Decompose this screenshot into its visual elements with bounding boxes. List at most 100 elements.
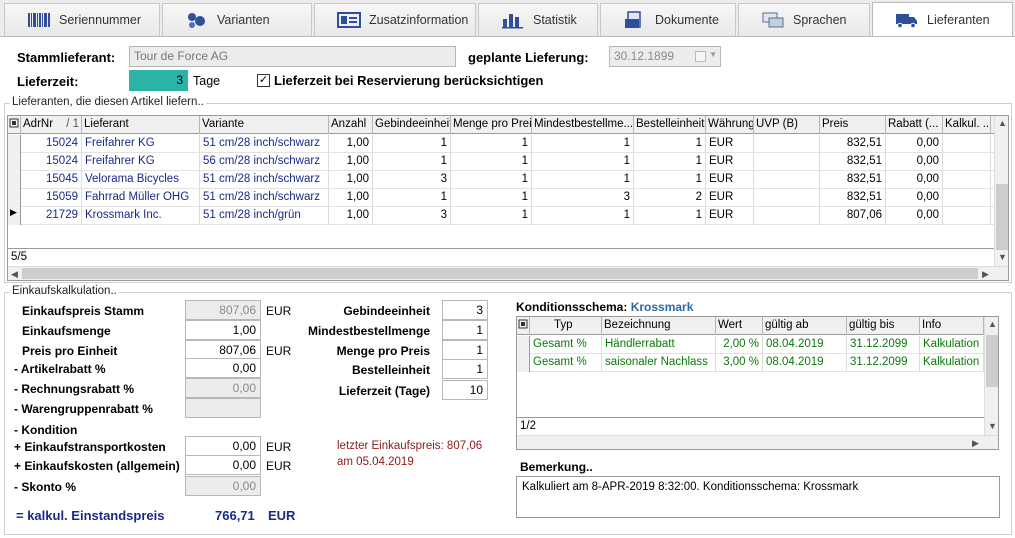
tab-dokumente[interactable]: Dokumente xyxy=(600,3,736,36)
tab-label: Dokumente xyxy=(655,13,719,27)
cell-wert: 2,00 % xyxy=(716,336,763,354)
col-anzahl[interactable]: Anzahl xyxy=(329,116,373,134)
scroll-thumb[interactable] xyxy=(996,184,1008,250)
reservierung-checkbox[interactable]: ✓ xyxy=(257,74,270,87)
lieferzeit-input[interactable]: 3 xyxy=(129,70,188,91)
tab-bar: Seriennummer Varianten Zusatzinformation… xyxy=(0,0,1015,37)
col-adrnr[interactable]: AdrNr/ 1 xyxy=(21,116,82,134)
calc-input[interactable]: 807,06 xyxy=(185,340,261,360)
calc-input[interactable]: 807,06 xyxy=(185,300,261,320)
scroll-thumb[interactable] xyxy=(986,335,998,387)
table-row[interactable]: Gesamt % saisonaler Nachlass 3,00 % 08.04.2… xyxy=(517,354,984,372)
col-lieferant[interactable]: Lieferant xyxy=(82,116,200,134)
calc-input[interactable]: 1,00 xyxy=(185,320,261,340)
konditionsschema-title: Konditionsschema: Krossmark xyxy=(516,300,693,314)
col-preis[interactable]: Preis xyxy=(820,116,886,134)
row-indicator[interactable]: ▶ xyxy=(8,207,21,225)
col-kalkul[interactable]: Kalkul. ... xyxy=(943,116,991,134)
cell-rabatt: 0,00 xyxy=(886,135,943,153)
cell-info: Kalkulation xyxy=(920,354,984,372)
col-gebindeeinheit[interactable]: Gebindeeinheit xyxy=(373,116,451,134)
scroll-up-icon[interactable]: ▲ xyxy=(988,319,997,329)
cell-preis: 832,51 xyxy=(820,153,886,171)
scroll-down-icon[interactable]: ▼ xyxy=(998,252,1007,262)
cell-preis: 807,06 xyxy=(820,207,886,225)
calc-mid-input[interactable]: 3 xyxy=(442,300,488,320)
col-typ[interactable]: Typ xyxy=(530,317,602,335)
table-row[interactable]: Gesamt % Händlerrabatt 2,00 % 08.04.2019 31.… xyxy=(517,336,984,354)
tab-varianten[interactable]: Varianten xyxy=(162,3,312,36)
col-bestelleinheit[interactable]: Bestelleinheit xyxy=(634,116,706,134)
calc-mid-input[interactable]: 1 xyxy=(442,340,488,360)
col-variante[interactable]: Variante xyxy=(200,116,329,134)
calc-label: Einkaufsmenge xyxy=(22,324,111,338)
row-indicator[interactable] xyxy=(517,354,530,372)
row-indicator[interactable] xyxy=(517,336,530,354)
konditionsschema-label: Konditionsschema: xyxy=(516,300,628,314)
stammlieferant-field[interactable]: Tour de Force AG xyxy=(129,46,456,67)
calc-mid-label: Bestelleinheit xyxy=(351,363,430,377)
row-indicator[interactable] xyxy=(8,171,21,189)
calc-input[interactable]: 0,00 xyxy=(185,436,261,456)
col-bezeichnung[interactable]: Bezeichnung xyxy=(602,317,716,335)
tab-zusatzinformation[interactable]: Zusatzinformation xyxy=(314,3,476,36)
table-row[interactable]: 15024 Freifahrer KG 56 cm/28 inch/schwarz 1… xyxy=(8,153,994,171)
calc-mid-input[interactable]: 1 xyxy=(442,320,488,340)
col-info[interactable]: Info xyxy=(920,317,984,335)
tab-lieferanten[interactable]: Lieferanten xyxy=(872,2,1013,37)
row-indicator[interactable] xyxy=(8,153,21,171)
konditionen-horizontal-scrollbar[interactable]: ▶ xyxy=(517,435,998,449)
calc-input[interactable]: 0,00 xyxy=(185,378,261,398)
suppliers-vertical-scrollbar[interactable]: ▲ ▼ xyxy=(994,116,1008,266)
calendar-checkbox-icon[interactable] xyxy=(695,51,706,62)
chevron-down-icon[interactable]: ▼ xyxy=(709,50,717,59)
tab-sprachen[interactable]: Sprachen xyxy=(738,3,870,36)
bemerkung-textarea[interactable]: Kalkuliert am 8-APR-2019 8:32:00. Kondit… xyxy=(516,476,1000,518)
row-indicator[interactable] xyxy=(8,189,21,207)
scroll-left-icon[interactable]: ◀ xyxy=(11,269,18,279)
calc-input[interactable]: 0,00 xyxy=(185,358,261,378)
suppliers-horizontal-scrollbar[interactable]: ◀ ▶ xyxy=(8,266,1008,280)
tab-statistik[interactable]: Statistik xyxy=(478,3,598,36)
scroll-right-icon[interactable]: ▶ xyxy=(972,438,979,448)
cell-rabatt: 0,00 xyxy=(886,153,943,171)
calc-mid-input[interactable]: 1 xyxy=(442,359,488,379)
total-unit: EUR xyxy=(268,508,296,523)
calc-input[interactable]: 0,00 xyxy=(185,455,261,475)
col-mindestbestellmenge[interactable]: Mindestbestellme... xyxy=(532,116,634,134)
geplante-lieferung-field[interactable]: 30.12.1899 ▼ xyxy=(609,46,721,67)
table-row[interactable]: 15059 Fahrrad Müller OHG 51 cm/28 inch/sch… xyxy=(8,189,994,207)
scroll-up-icon[interactable]: ▲ xyxy=(998,118,1007,128)
col-gueltig-ab[interactable]: gültig ab xyxy=(763,317,847,335)
table-row[interactable]: ▶ 21729 Krossmark Inc. 51 cm/28 inch/grün 1,… xyxy=(8,207,994,225)
calc-mid-input[interactable]: 10 xyxy=(442,380,488,400)
grid-settings-icon[interactable] xyxy=(8,116,21,134)
cell-bestelleinheit: 1 xyxy=(634,135,706,153)
tab-seriennummer[interactable]: Seriennummer xyxy=(4,3,160,36)
col-uvp[interactable]: UVP (B) xyxy=(754,116,820,134)
col-waehrung[interactable]: Währung xyxy=(706,116,754,134)
konditionen-grid: Typ Bezeichnung Wert gültig ab gültig bi… xyxy=(516,316,999,450)
col-menge-pro-preis[interactable]: Menge pro Preis xyxy=(451,116,532,134)
cell-mindestbestellmenge: 3 xyxy=(532,189,634,207)
row-indicator[interactable] xyxy=(8,135,21,153)
bemerkung-label: Bemerkung.. xyxy=(520,460,593,474)
scroll-right-icon[interactable]: ▶ xyxy=(982,269,989,279)
scroll-down-icon[interactable]: ▼ xyxy=(988,421,997,431)
calc-label: - Warengruppenrabatt % xyxy=(14,402,153,416)
col-rabatt[interactable]: Rabatt (... xyxy=(886,116,943,134)
grid-settings-icon[interactable] xyxy=(517,317,530,335)
scroll-thumb[interactable] xyxy=(22,268,978,279)
col-gueltig-bis[interactable]: gültig bis xyxy=(847,317,920,335)
calc-input[interactable]: 0,00 xyxy=(185,476,261,496)
col-wert[interactable]: Wert xyxy=(716,317,763,335)
cell-mindestbestellmenge: 1 xyxy=(532,171,634,189)
variants-icon xyxy=(188,13,205,28)
calc-label: - Kondition xyxy=(14,423,78,437)
table-row[interactable]: 15045 Velorama Bicycles 51 cm/28 inch/schw… xyxy=(8,171,994,189)
cell-waehrung: EUR xyxy=(706,135,754,153)
konditionen-vertical-scrollbar[interactable]: ▲ ▼ xyxy=(984,317,998,435)
calc-input[interactable] xyxy=(185,398,261,418)
suppliers-grid-header: AdrNr/ 1 Lieferant Variante Anzahl Gebin… xyxy=(8,116,994,134)
table-row[interactable]: 15024 Freifahrer KG 51 cm/28 inch/schwarz 1… xyxy=(8,135,994,153)
